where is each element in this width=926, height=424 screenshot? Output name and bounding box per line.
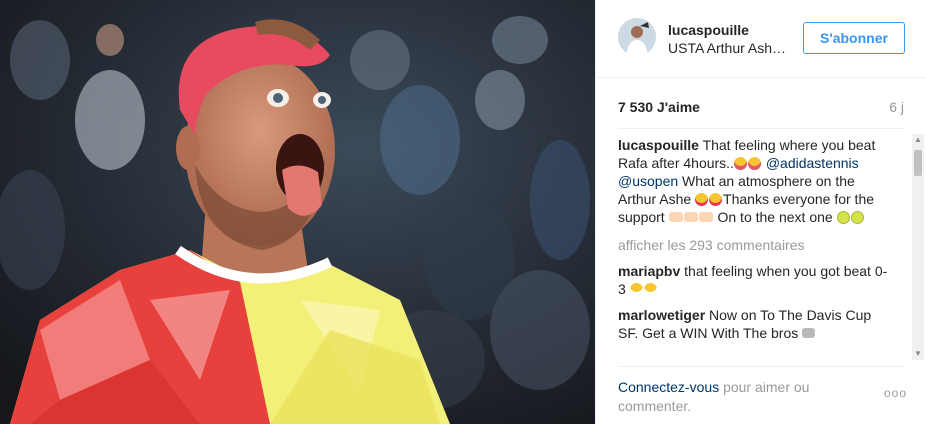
clap-emoji-icon	[698, 212, 713, 222]
mention-adidastennis[interactable]: @adidastennis	[766, 155, 859, 171]
post-photo[interactable]	[0, 0, 595, 424]
comments-list: lucaspouille That feeling where you beat…	[618, 136, 893, 364]
avatar-image	[618, 18, 656, 56]
login-prompt: Connectez-vous pour aimer ou commenter.	[618, 378, 838, 416]
post-username[interactable]: lucaspouille	[668, 22, 749, 38]
caption: lucaspouille That feeling where you beat…	[618, 136, 893, 226]
tennis-player-photo	[0, 0, 595, 424]
clap-emoji-icon	[683, 212, 698, 222]
comment-item: mariapbv that feeling when you got beat …	[618, 262, 893, 298]
mention-usopen[interactable]: @usopen	[618, 173, 678, 189]
post-sidebar: lucaspouille USTA Arthur Ashe Stadium S'…	[595, 0, 926, 424]
options-icon[interactable]: ooo	[884, 386, 907, 400]
tongue-emoji-icon	[733, 157, 747, 170]
grin-emoji-icon	[643, 283, 657, 296]
divider	[618, 366, 904, 367]
login-link[interactable]: Connectez-vous	[618, 379, 719, 395]
post-location[interactable]: USTA Arthur Ashe Stadium	[668, 40, 788, 56]
instagram-post: lucaspouille USTA Arthur Ashe Stadium S'…	[0, 0, 926, 424]
heart-eyes-emoji-icon	[695, 193, 709, 206]
post-header: lucaspouille USTA Arthur Ashe Stadium S'…	[596, 0, 926, 78]
heart-eyes-emoji-icon	[709, 193, 723, 206]
avatar[interactable]	[618, 18, 656, 56]
scroll-up-icon[interactable]: ▲	[912, 134, 924, 146]
comment-item: marlowetiger Now on To The Davis Cup SF.…	[618, 306, 893, 342]
follow-button[interactable]: S'abonner	[803, 22, 905, 54]
clap-emoji-icon	[668, 212, 683, 222]
tennis-ball-emoji-icon	[850, 211, 864, 224]
grin-emoji-icon	[629, 283, 643, 296]
likes-count[interactable]: 7 530 J'aime	[618, 99, 700, 115]
scroll-thumb[interactable]	[914, 150, 922, 176]
tennis-ball-emoji-icon	[836, 211, 850, 224]
divider	[618, 128, 904, 129]
caption-text-4: On to the next one	[717, 209, 833, 225]
caption-username[interactable]: lucaspouille	[618, 137, 699, 153]
fist-emoji-icon	[802, 328, 816, 338]
comments-scrollbar[interactable]: ▲ ▼	[912, 134, 924, 360]
comment-username[interactable]: mariapbv	[618, 263, 680, 279]
comment-username[interactable]: marlowetiger	[618, 307, 705, 323]
scroll-down-icon[interactable]: ▼	[912, 348, 924, 360]
tongue-emoji-icon	[747, 157, 761, 170]
post-age[interactable]: 6 j	[889, 99, 904, 115]
more-comments-link[interactable]: afficher les 293 commentaires	[618, 236, 893, 254]
